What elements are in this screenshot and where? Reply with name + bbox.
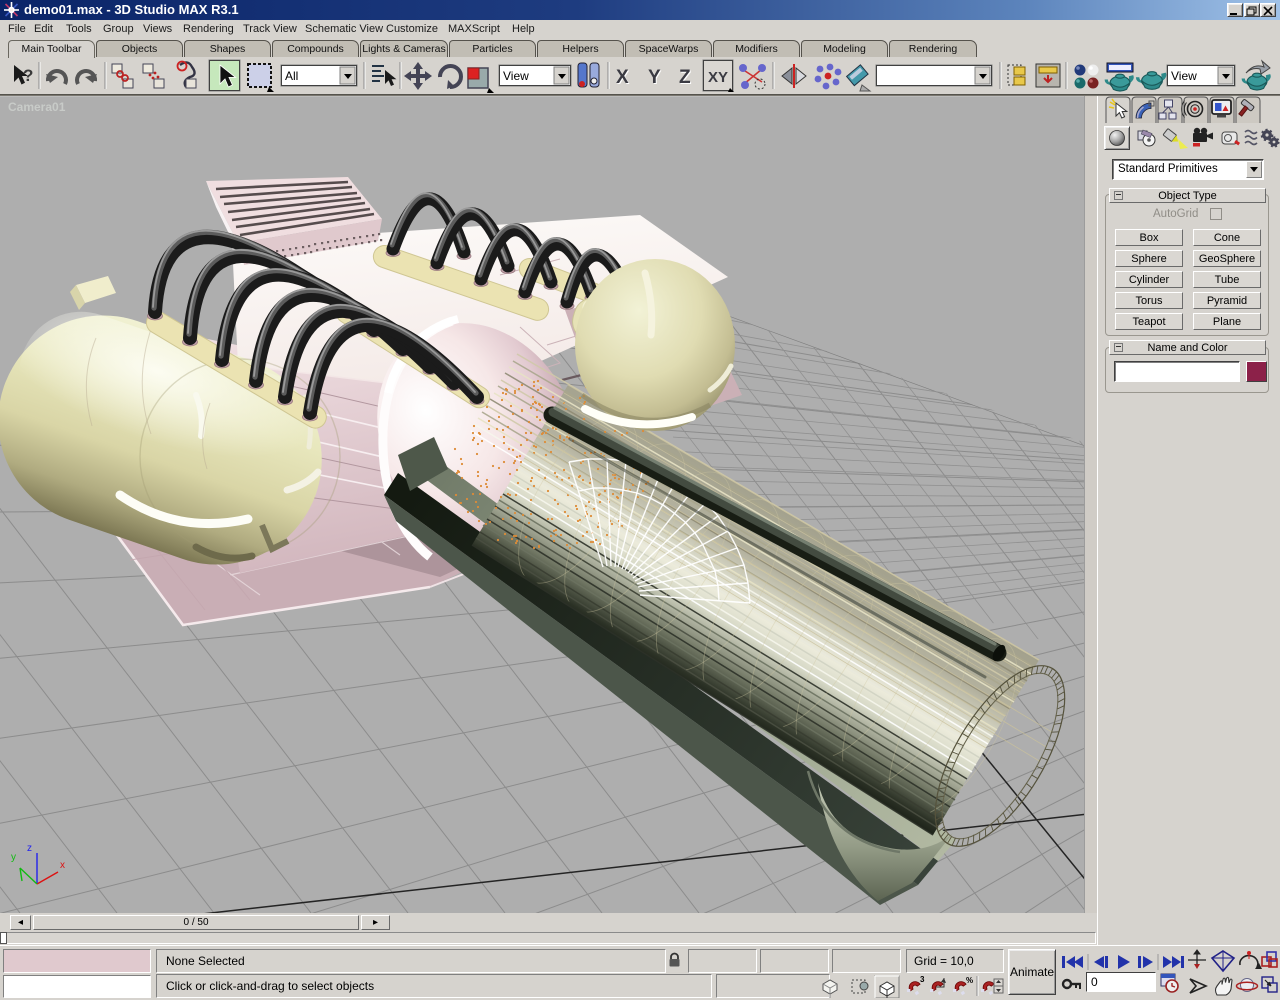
- svg-text:All: All: [285, 69, 298, 83]
- svg-text:XY: XY: [708, 69, 728, 86]
- svg-text:X: X: [616, 67, 629, 88]
- svg-text:Z: Z: [679, 67, 691, 88]
- svg-text:View: View: [1171, 69, 1197, 83]
- svg-text:?: ?: [23, 66, 33, 85]
- svg-text:3: 3: [920, 975, 925, 984]
- svg-text:View: View: [503, 69, 529, 83]
- svg-text:y: y: [11, 852, 16, 863]
- svg-text:x: x: [60, 860, 65, 871]
- svg-text:Camera01: Camera01: [8, 100, 66, 114]
- svg-text:z: z: [27, 843, 32, 854]
- svg-text:%: %: [966, 976, 973, 985]
- svg-text:Y: Y: [648, 67, 661, 88]
